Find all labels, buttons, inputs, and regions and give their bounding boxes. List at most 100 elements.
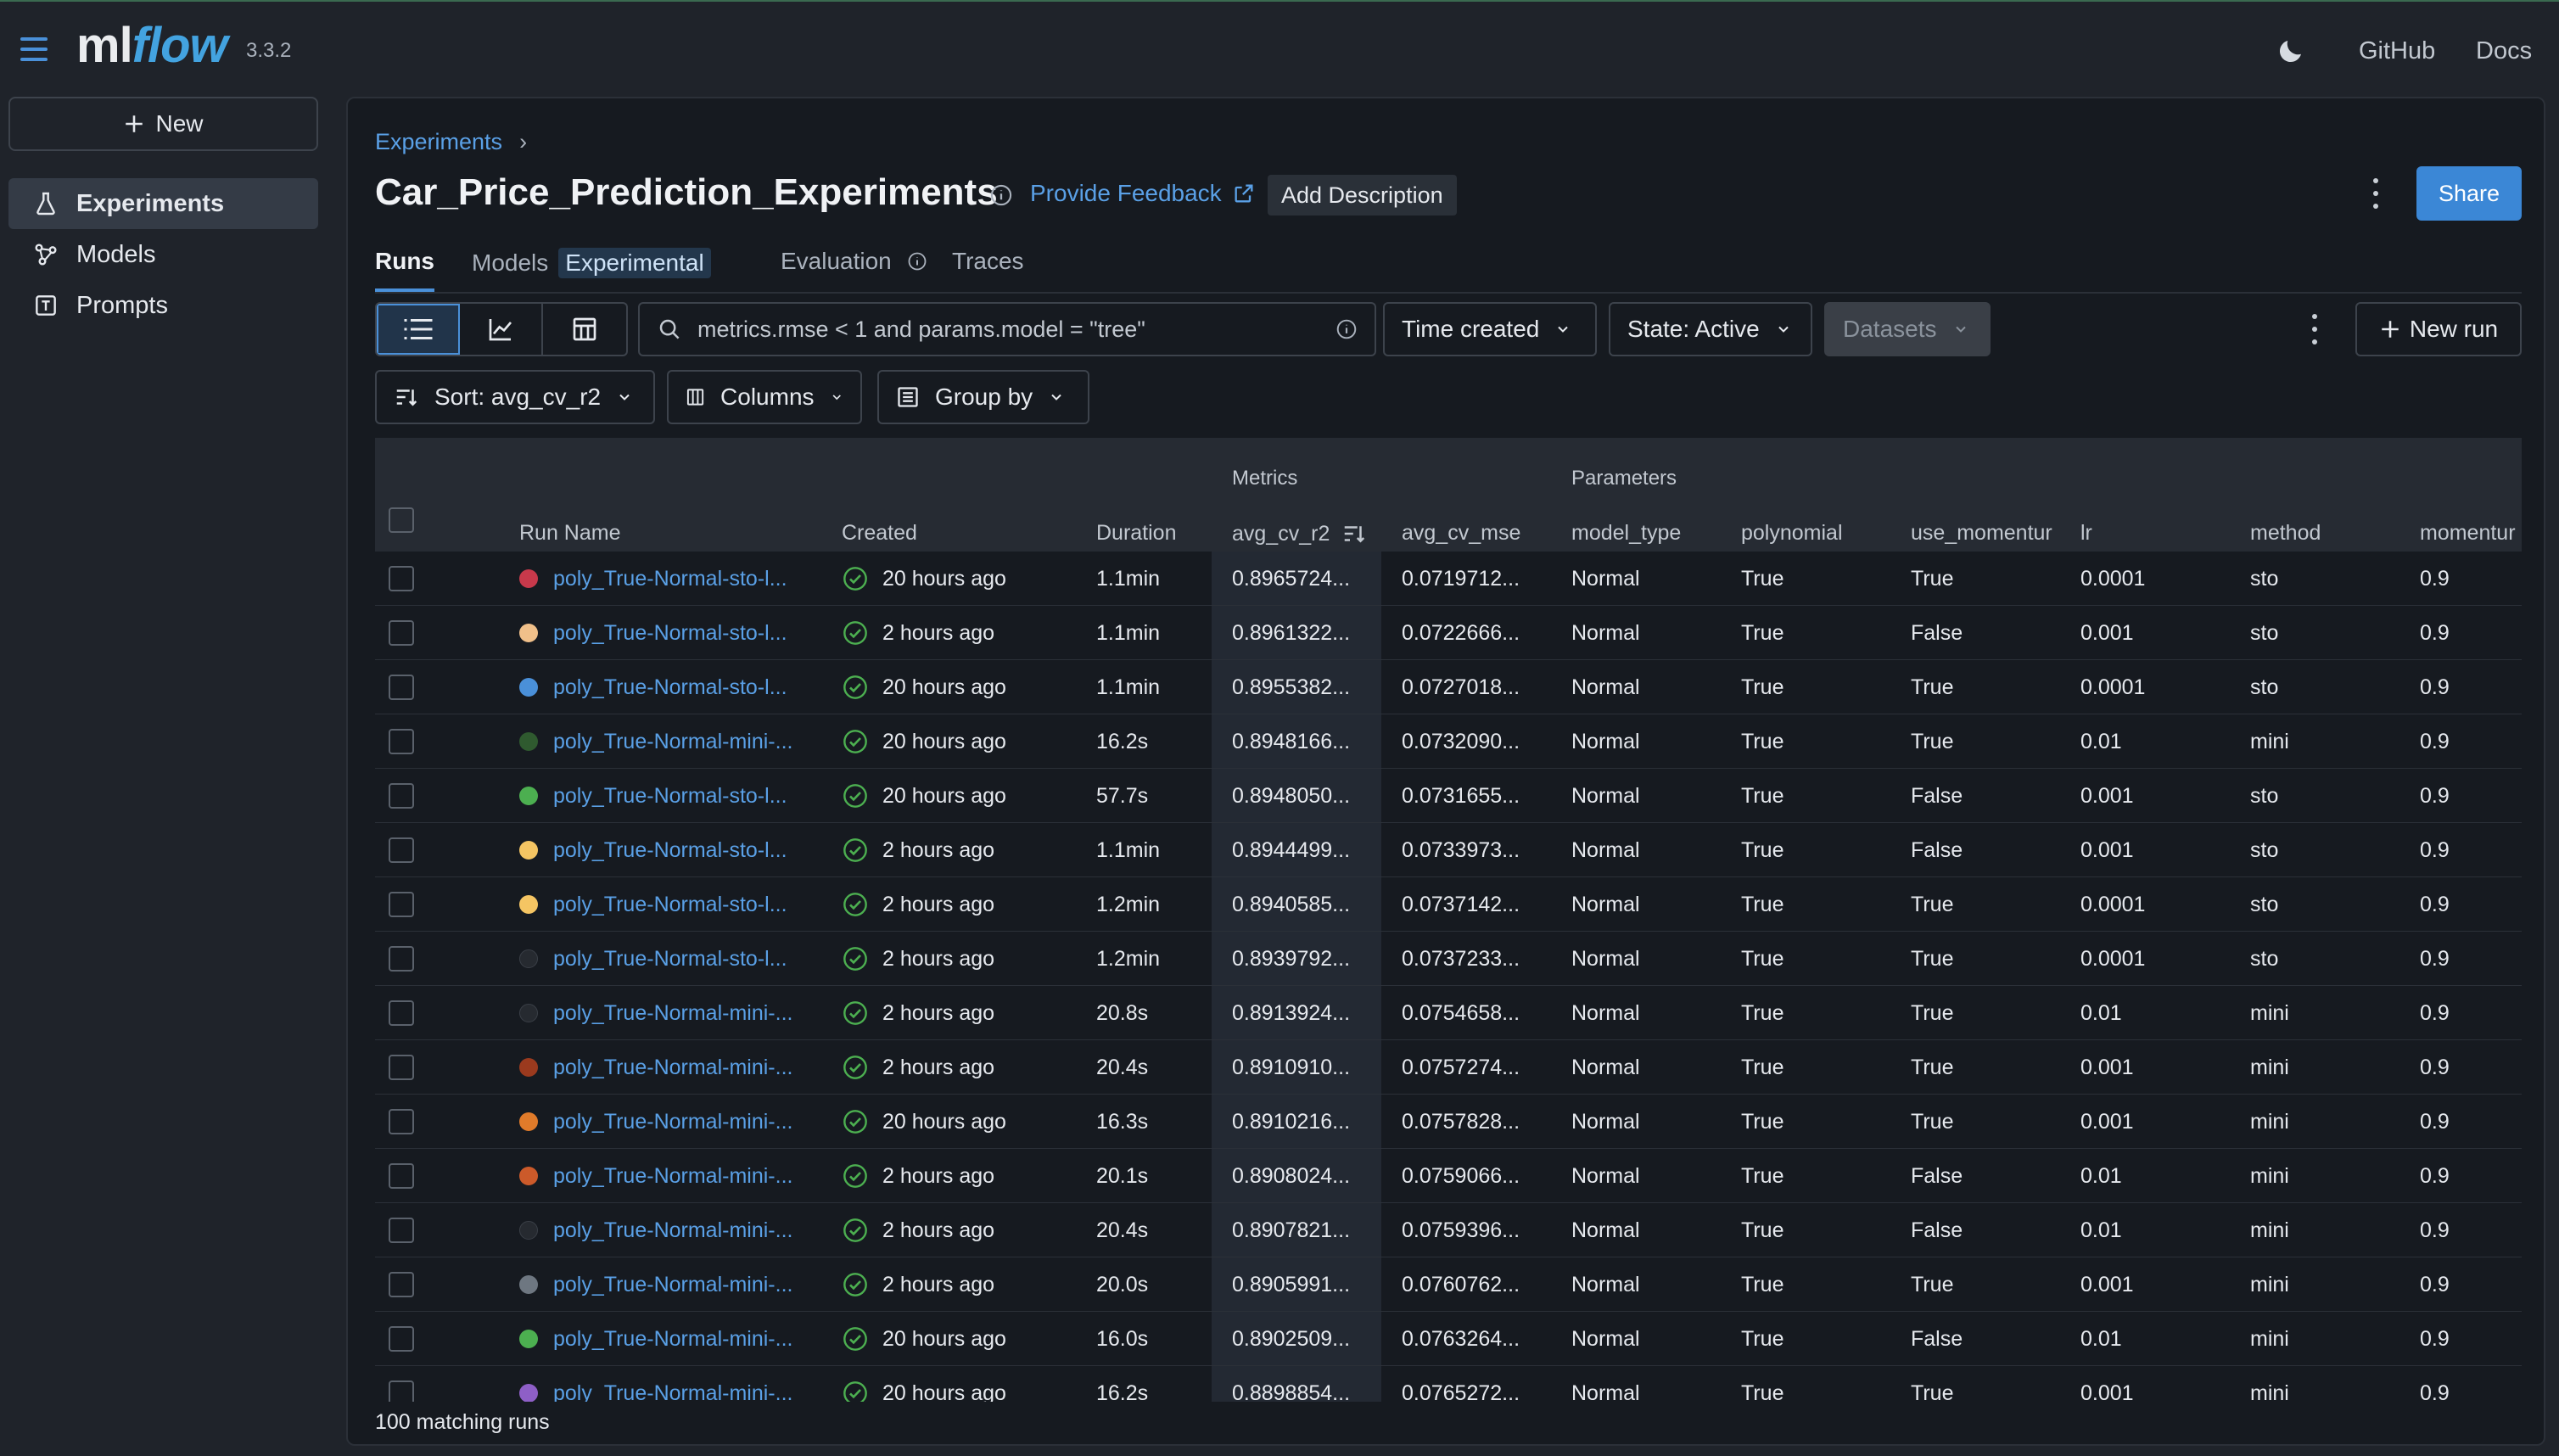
table-row[interactable]: poly_True-Normal-mini-... 2 hours ago 20.4…	[375, 1203, 2522, 1257]
run-name-link[interactable]: poly_True-Normal-sto-l...	[553, 621, 787, 646]
run-color-dot[interactable]	[519, 787, 538, 805]
table-row[interactable]: poly_True-Normal-sto-l... 20 hours ago 57.…	[375, 769, 2522, 823]
more-options-icon[interactable]	[2371, 178, 2381, 209]
run-color-dot[interactable]	[519, 841, 538, 860]
run-color-dot[interactable]	[519, 1384, 538, 1402]
run-color-dot[interactable]	[519, 1167, 538, 1185]
run-name-link[interactable]: poly_True-Normal-mini-...	[553, 1381, 792, 1403]
header-run-name[interactable]: Run Name	[519, 521, 621, 546]
run-color-dot[interactable]	[519, 1221, 538, 1240]
github-link[interactable]: GitHub	[2359, 37, 2435, 65]
table-row[interactable]: poly_True-Normal-mini-... 20 hours ago 16.…	[375, 714, 2522, 769]
table-view-button[interactable]	[543, 304, 626, 355]
table-row[interactable]: poly_True-Normal-sto-l... 2 hours ago 1.1m…	[375, 823, 2522, 877]
tab-runs[interactable]: Runs	[375, 248, 434, 292]
docs-link[interactable]: Docs	[2476, 37, 2532, 65]
row-checkbox[interactable]	[389, 932, 414, 986]
row-checkbox[interactable]	[389, 552, 414, 606]
row-checkbox[interactable]	[389, 1366, 414, 1402]
table-options-icon[interactable]	[2310, 314, 2320, 344]
table-row[interactable]: poly_True-Normal-sto-l... 2 hours ago 1.2m…	[375, 932, 2522, 986]
tab-traces[interactable]: Traces	[952, 248, 1024, 292]
run-name-link[interactable]: poly_True-Normal-sto-l...	[553, 675, 787, 700]
run-color-dot[interactable]	[519, 1330, 538, 1348]
row-checkbox[interactable]	[389, 877, 414, 932]
header-avg-cv-mse[interactable]: avg_cv_mse	[1402, 521, 1520, 546]
row-checkbox[interactable]	[389, 1095, 414, 1149]
tab-evaluation[interactable]: Evaluation	[781, 248, 927, 292]
menu-icon[interactable]	[20, 37, 48, 63]
table-row[interactable]: poly_True-Normal-sto-l... 2 hours ago 1.1m…	[375, 606, 2522, 660]
header-use-momentum[interactable]: use_momentur	[1911, 521, 2072, 546]
run-name-link[interactable]: poly_True-Normal-mini-...	[553, 1273, 792, 1297]
info-icon[interactable]	[1335, 318, 1358, 340]
run-name-link[interactable]: poly_True-Normal-sto-l...	[553, 838, 787, 863]
row-checkbox[interactable]	[389, 769, 414, 823]
tab-models[interactable]: Models Experimental	[472, 248, 711, 292]
sidebar-item-prompts[interactable]: Prompts	[8, 280, 318, 331]
moon-icon[interactable]	[2276, 36, 2306, 66]
table-row[interactable]: poly_True-Normal-mini-... 2 hours ago 20.4…	[375, 1040, 2522, 1095]
run-color-dot[interactable]	[519, 1004, 538, 1022]
table-row[interactable]: poly_True-Normal-sto-l... 2 hours ago 1.2m…	[375, 877, 2522, 932]
row-checkbox[interactable]	[389, 1257, 414, 1312]
header-model-type[interactable]: model_type	[1571, 521, 1681, 546]
table-row[interactable]: poly_True-Normal-sto-l... 20 hours ago 1.1…	[375, 552, 2522, 606]
header-avg-cv-r2[interactable]: avg_cv_r2	[1232, 521, 1367, 546]
run-name-link[interactable]: poly_True-Normal-sto-l...	[553, 567, 787, 591]
row-checkbox[interactable]	[389, 1040, 414, 1095]
row-checkbox[interactable]	[389, 714, 414, 769]
row-checkbox[interactable]	[389, 660, 414, 714]
run-color-dot[interactable]	[519, 1112, 538, 1131]
run-name-link[interactable]: poly_True-Normal-mini-...	[553, 1327, 792, 1352]
time-created-dropdown[interactable]: Time created	[1383, 302, 1597, 356]
run-color-dot[interactable]	[519, 949, 538, 968]
table-row[interactable]: poly_True-Normal-mini-... 2 hours ago 20.1…	[375, 1149, 2522, 1203]
search-input[interactable]: metrics.rmse < 1 and params.model = "tre…	[638, 302, 1376, 356]
new-button[interactable]: New	[8, 97, 318, 151]
header-duration[interactable]: Duration	[1096, 521, 1177, 546]
row-checkbox[interactable]	[389, 1149, 414, 1203]
header-created[interactable]: Created	[842, 521, 917, 546]
table-row[interactable]: poly_True-Normal-mini-... 20 hours ago 16.…	[375, 1312, 2522, 1366]
run-color-dot[interactable]	[519, 569, 538, 588]
header-lr[interactable]: lr	[2080, 521, 2092, 546]
run-color-dot[interactable]	[519, 732, 538, 751]
run-name-link[interactable]: poly_True-Normal-mini-...	[553, 1001, 792, 1026]
header-method[interactable]: method	[2250, 521, 2321, 546]
header-momentum[interactable]: momentur	[2420, 521, 2522, 546]
state-dropdown[interactable]: State: Active	[1609, 302, 1812, 356]
run-color-dot[interactable]	[519, 1275, 538, 1294]
run-color-dot[interactable]	[519, 895, 538, 914]
run-color-dot[interactable]	[519, 624, 538, 642]
table-row[interactable]: poly_True-Normal-mini-... 20 hours ago 16.…	[375, 1366, 2522, 1402]
row-checkbox[interactable]	[389, 606, 414, 660]
run-name-link[interactable]: poly_True-Normal-mini-...	[553, 1110, 792, 1134]
chart-view-button[interactable]	[460, 304, 543, 355]
sidebar-item-models[interactable]: Models	[8, 229, 318, 280]
mlflow-logo[interactable]: mlflow	[76, 17, 228, 74]
list-view-button[interactable]	[377, 304, 460, 355]
sidebar-item-experiments[interactable]: Experiments	[8, 178, 318, 229]
row-checkbox[interactable]	[389, 823, 414, 877]
run-name-link[interactable]: poly_True-Normal-mini-...	[553, 1056, 792, 1080]
run-name-link[interactable]: poly_True-Normal-mini-...	[553, 1164, 792, 1189]
select-all-checkbox[interactable]	[389, 507, 414, 533]
run-name-link[interactable]: poly_True-Normal-sto-l...	[553, 784, 787, 809]
row-checkbox[interactable]	[389, 1203, 414, 1257]
row-checkbox[interactable]	[389, 986, 414, 1040]
breadcrumb-experiments[interactable]: Experiments	[375, 129, 502, 155]
table-row[interactable]: poly_True-Normal-mini-... 2 hours ago 20.8…	[375, 986, 2522, 1040]
provide-feedback-link[interactable]: Provide Feedback	[1030, 180, 1256, 207]
run-name-link[interactable]: poly_True-Normal-sto-l...	[553, 893, 787, 917]
run-color-dot[interactable]	[519, 678, 538, 697]
header-polynomial[interactable]: polynomial	[1741, 521, 1843, 546]
table-row[interactable]: poly_True-Normal-sto-l... 20 hours ago 1.1…	[375, 660, 2522, 714]
new-run-button[interactable]: New run	[2355, 302, 2522, 356]
table-row[interactable]: poly_True-Normal-mini-... 2 hours ago 20.0…	[375, 1257, 2522, 1312]
run-color-dot[interactable]	[519, 1058, 538, 1077]
group-by-dropdown[interactable]: Group by	[877, 370, 1089, 424]
run-name-link[interactable]: poly_True-Normal-mini-...	[553, 1218, 792, 1243]
table-row[interactable]: poly_True-Normal-mini-... 20 hours ago 16.…	[375, 1095, 2522, 1149]
datasets-dropdown[interactable]: Datasets	[1824, 302, 1991, 356]
